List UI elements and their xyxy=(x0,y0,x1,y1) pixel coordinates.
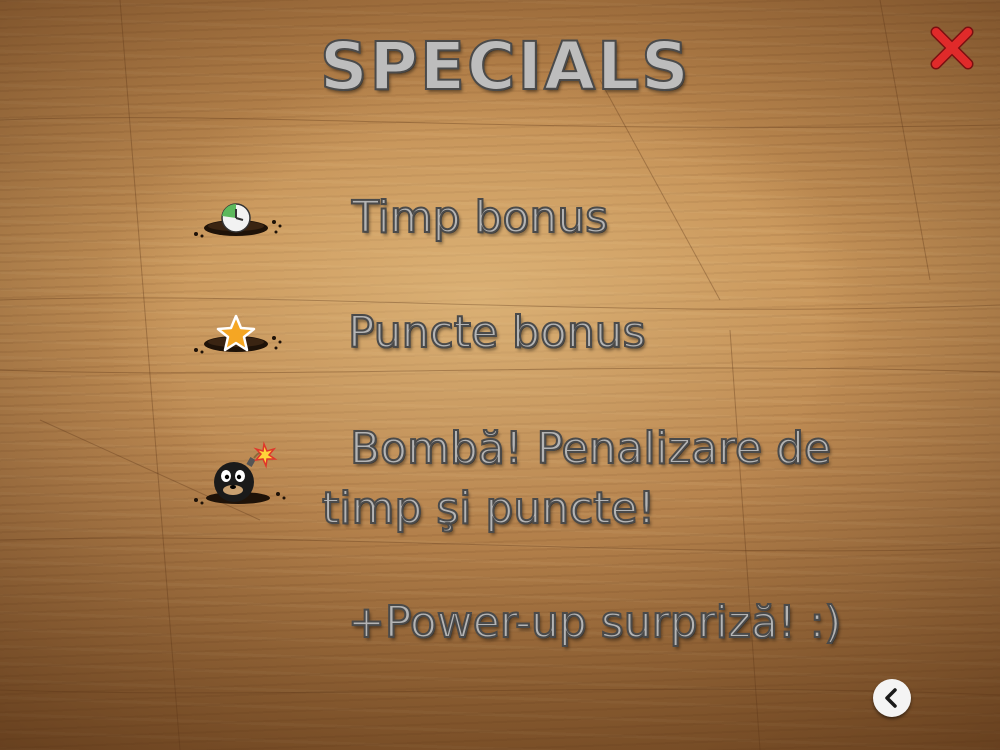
puncte-bonus-label: Puncte bonus xyxy=(347,306,647,359)
close-icon[interactable] xyxy=(928,24,976,72)
bomba-label-line2: timp şi puncte! xyxy=(321,482,656,535)
bomba-label-line1: Bombă! Penalizare de xyxy=(349,422,832,475)
power-up-label: +Power-up surpriză! :) xyxy=(347,596,843,649)
mole-clock-icon xyxy=(194,203,282,238)
page-title: SPECIALS xyxy=(319,27,691,106)
back-arrow-icon xyxy=(885,688,897,708)
back-button[interactable] xyxy=(873,679,911,717)
timp-bonus-label: Timp bonus xyxy=(351,191,609,244)
mole-bomb-icon xyxy=(194,441,286,505)
mole-star-icon xyxy=(194,314,282,354)
